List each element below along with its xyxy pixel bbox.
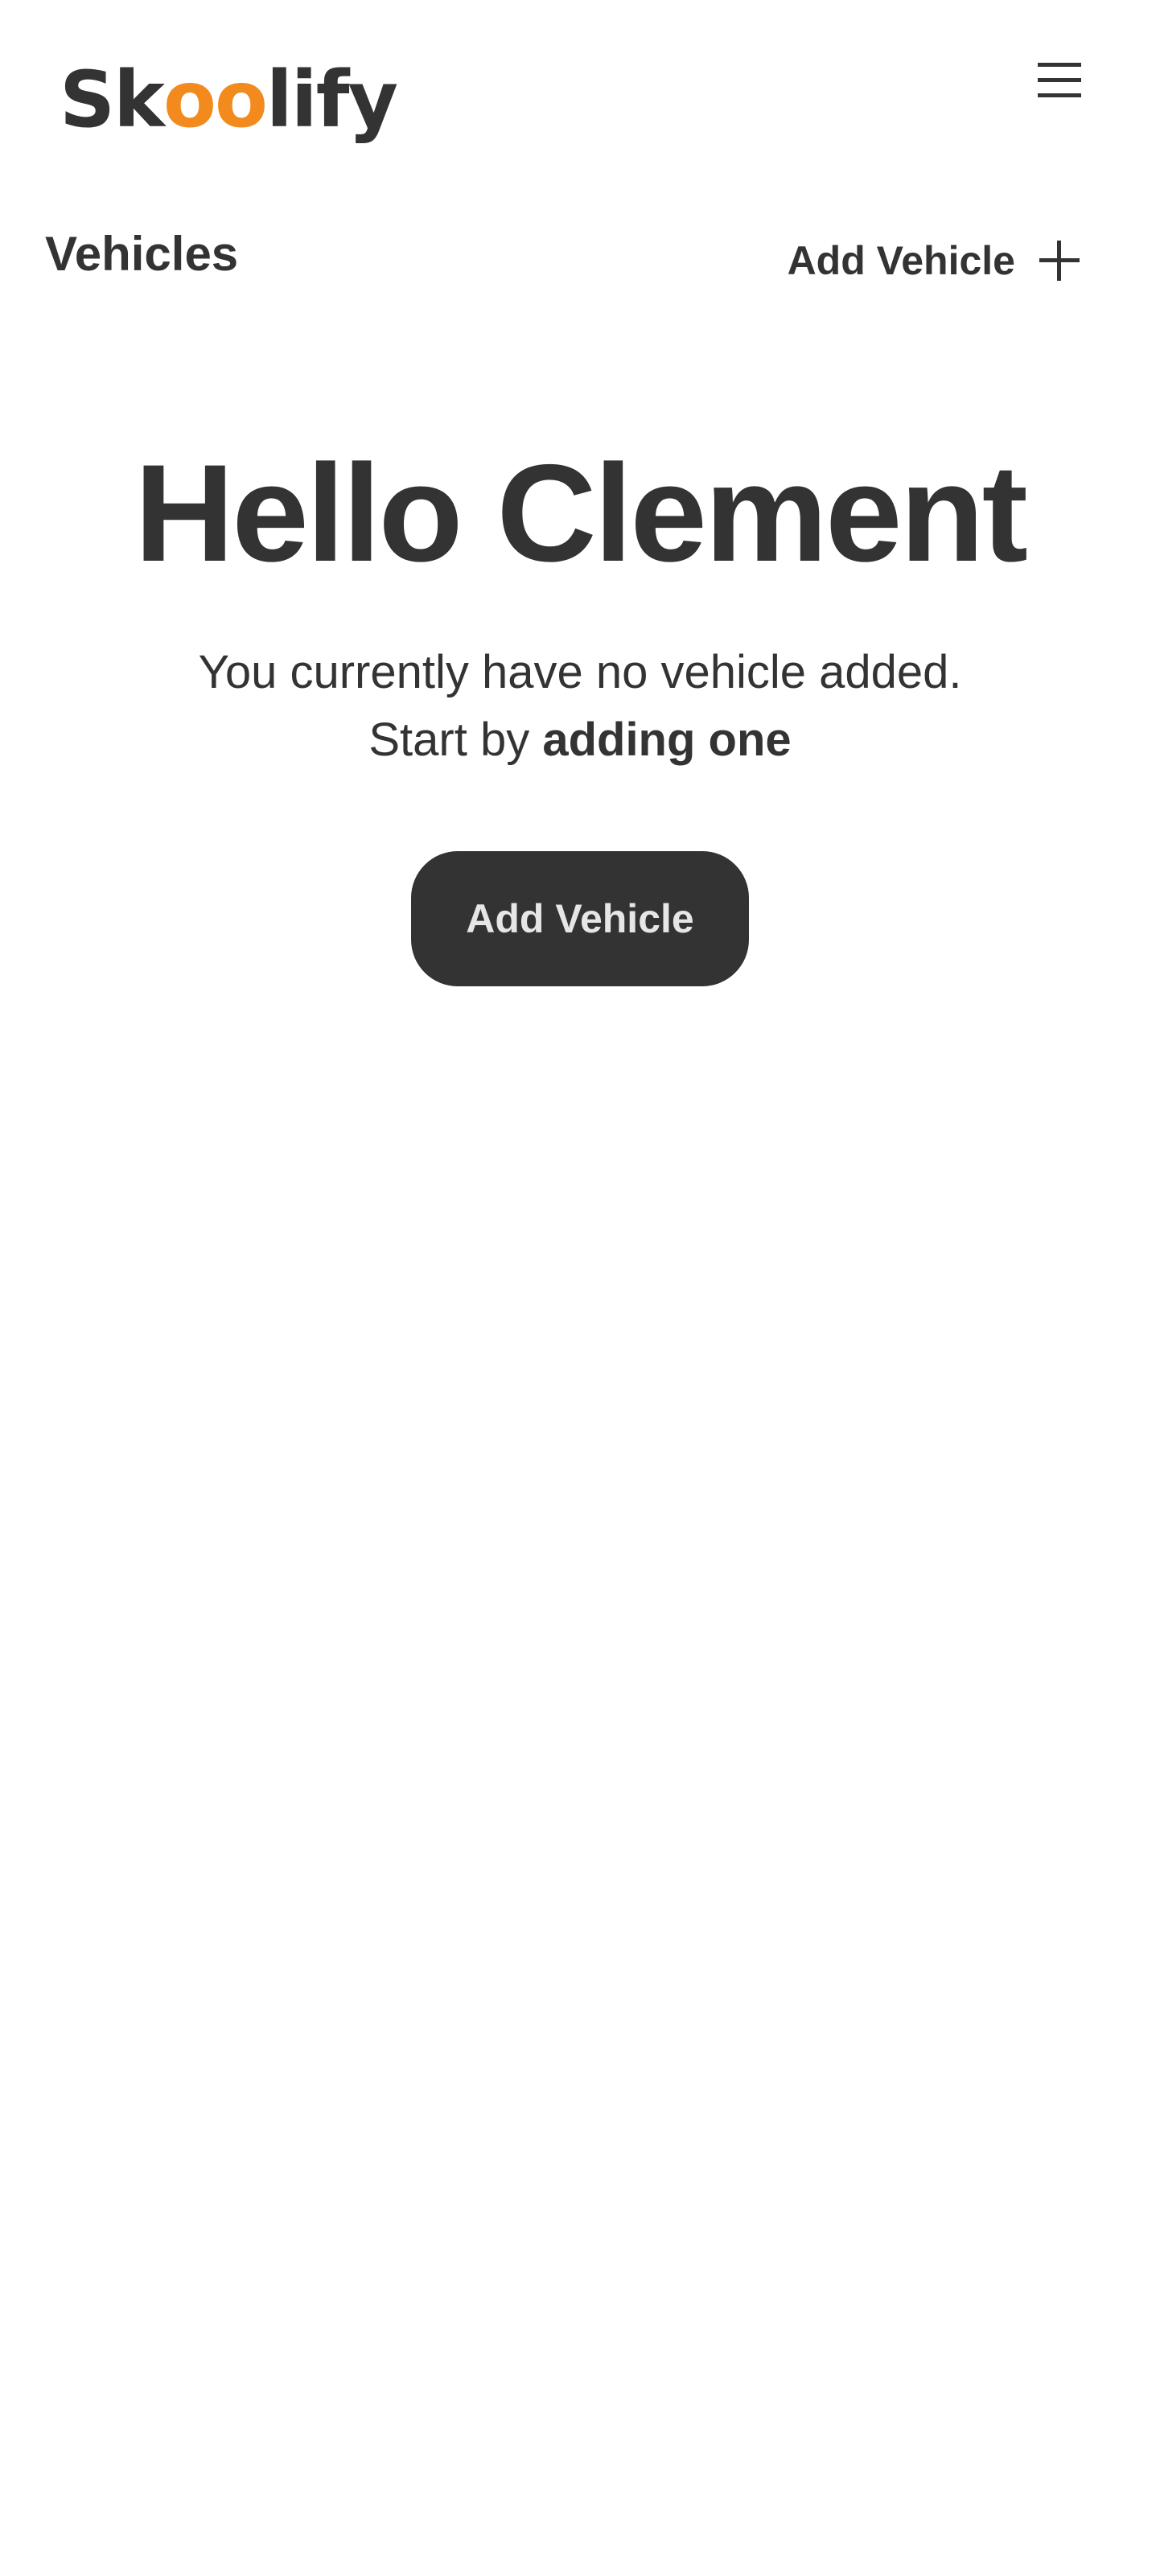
logo-eyes: oo — [162, 55, 268, 145]
logo-suffix: lify — [265, 55, 398, 145]
skoolify-logo[interactable]: Sk oo lify — [60, 42, 398, 145]
add-vehicle-link-label: Add Vehicle — [787, 238, 1015, 283]
empty-state-line-2: Start by adding one — [0, 706, 1160, 774]
page-title: Vehicles — [45, 227, 239, 281]
empty-state-line-2-prefix: Start by — [368, 713, 543, 766]
hamburger-menu-icon[interactable] — [1030, 58, 1088, 105]
page-title-row: Vehicles Add Vehicle — [0, 217, 1160, 314]
add-vehicle-link[interactable]: Add Vehicle — [788, 237, 1083, 285]
empty-state-line-1: You currently have no vehicle added. — [198, 645, 962, 698]
empty-state-line-2-bold: adding one — [542, 713, 792, 766]
app-header: Sk oo lify — [0, 0, 1160, 161]
logo-prefix: Sk — [60, 55, 165, 145]
greeting-heading: Hello Clement — [134, 436, 1028, 591]
plus-icon — [1039, 241, 1080, 281]
empty-state-message: You currently have no vehicle added. Sta… — [0, 639, 1160, 774]
empty-state: Hello Clement You currently have no vehi… — [0, 434, 1160, 986]
add-vehicle-button[interactable]: Add Vehicle — [411, 850, 749, 986]
